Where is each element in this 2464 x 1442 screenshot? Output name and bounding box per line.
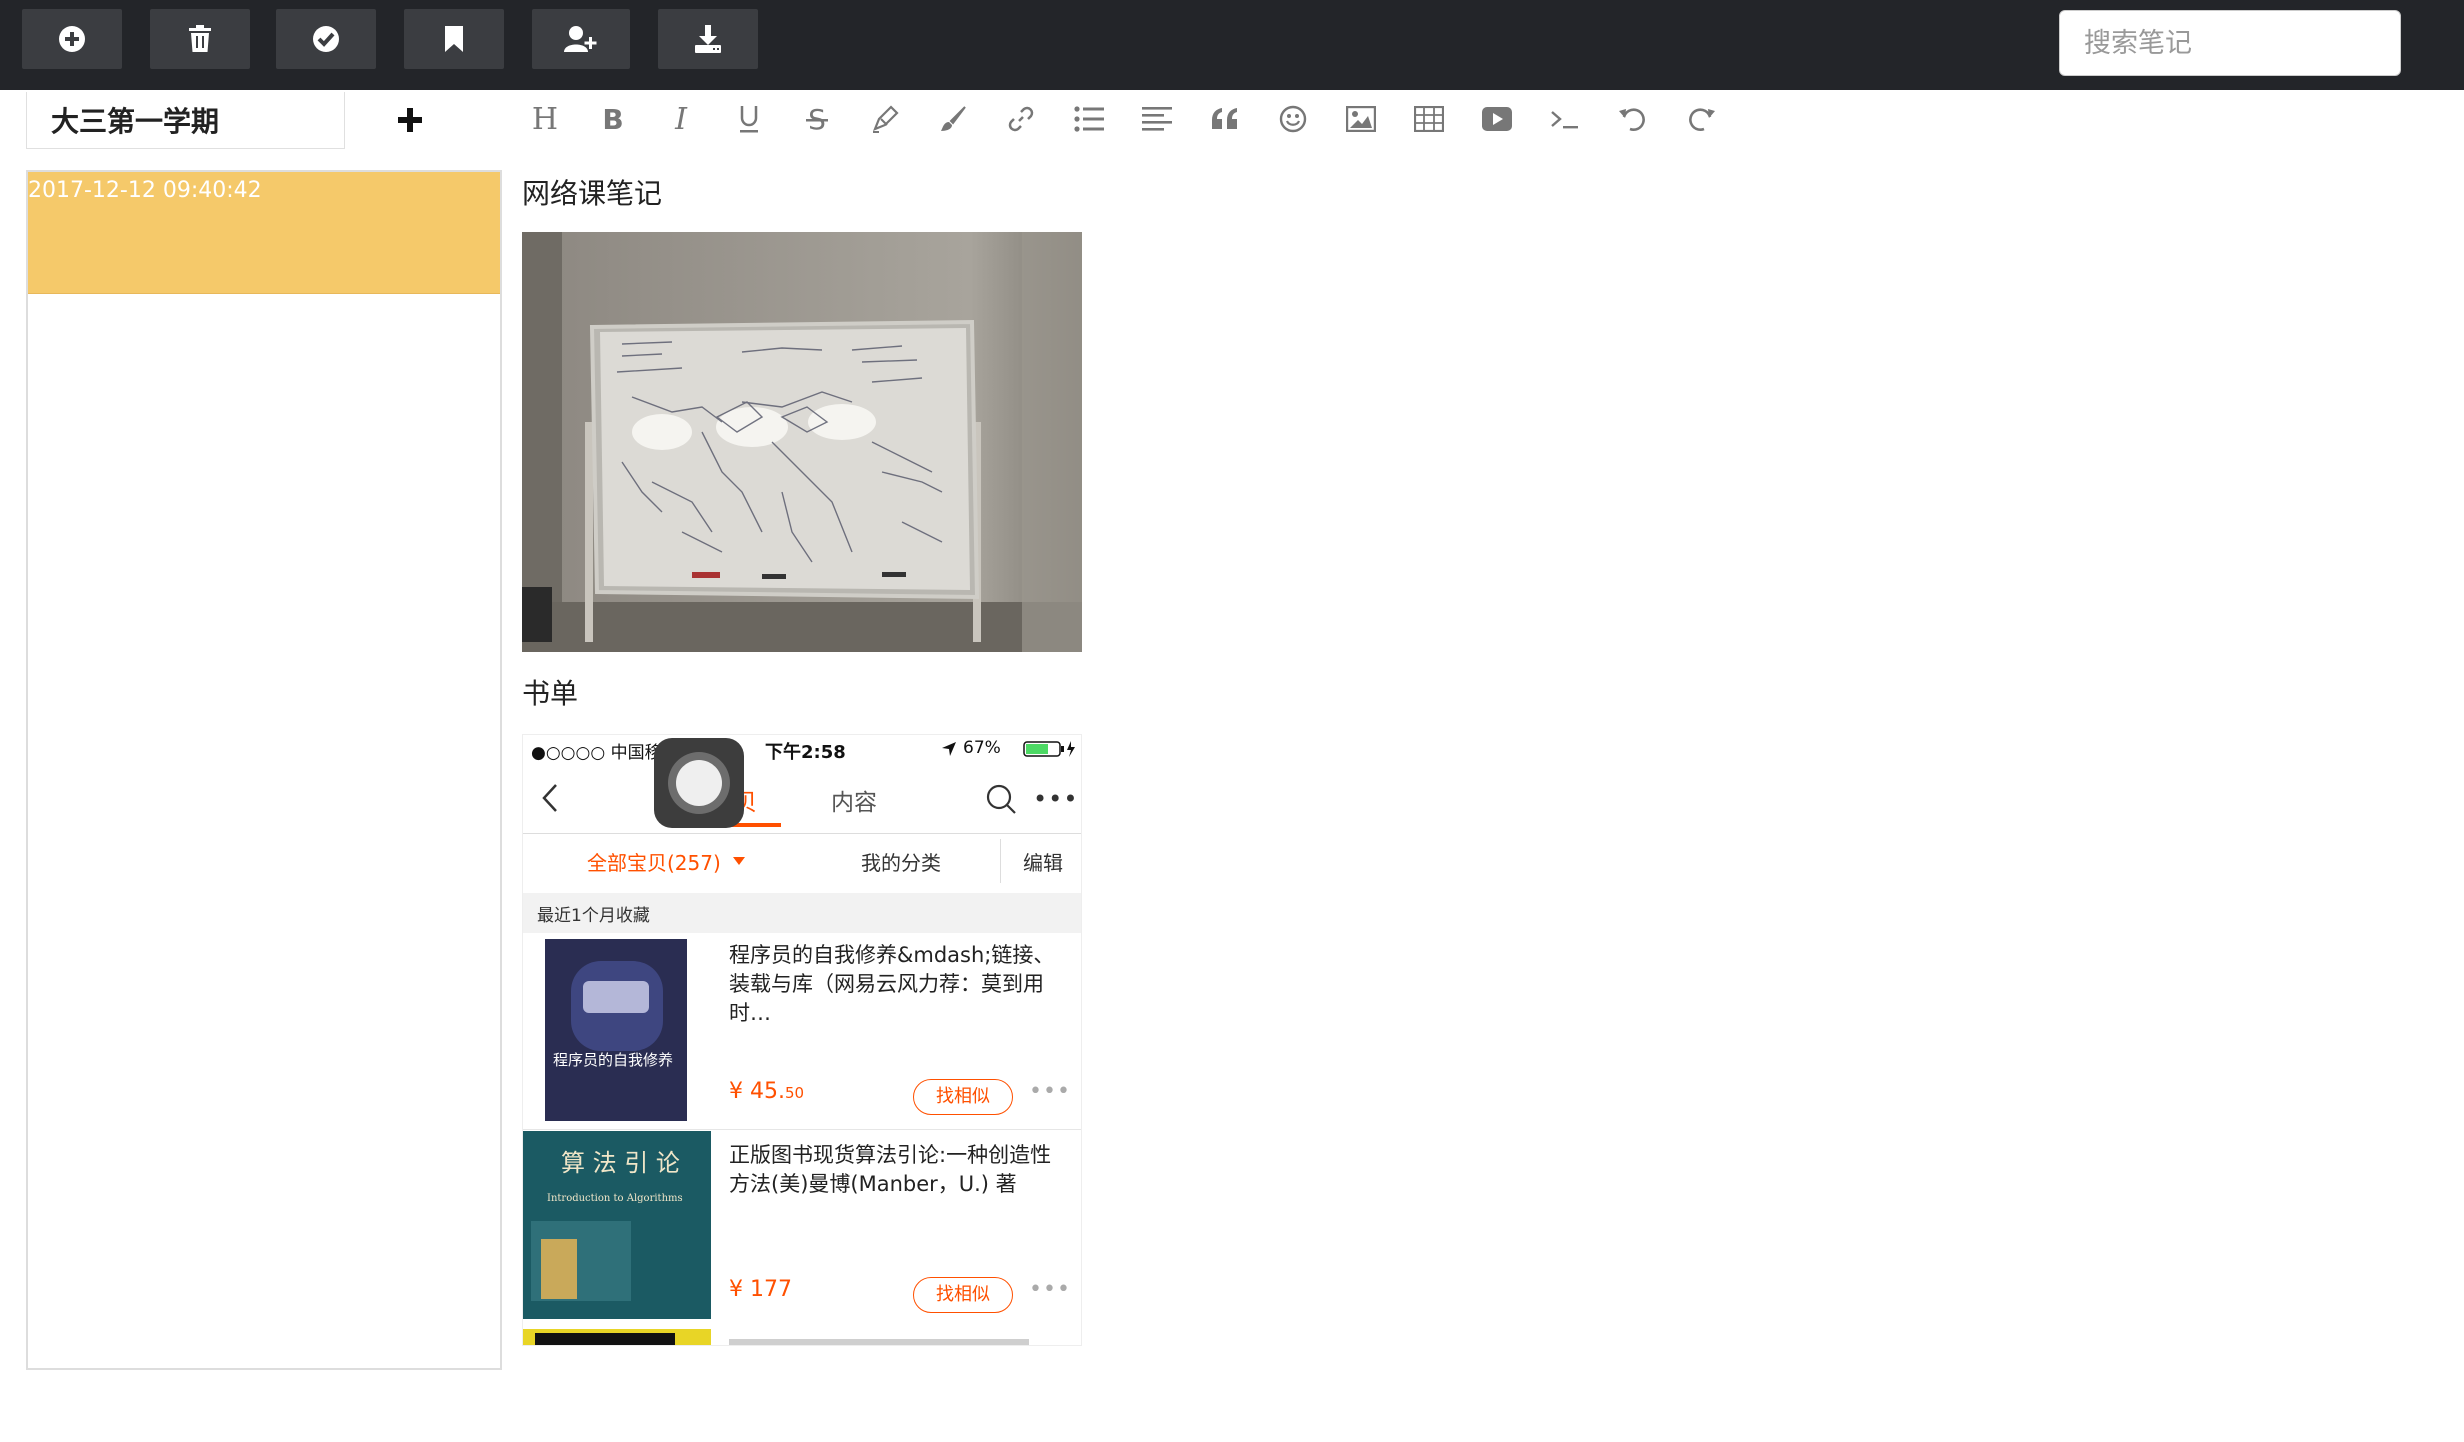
section-label: 最近1个月收藏 <box>537 906 650 926</box>
note-list: 2017-12-12 09:40:42 <box>26 170 502 1370</box>
heading-button[interactable]: H <box>524 98 566 140</box>
section-header: 最近1个月收藏 <box>523 893 1081 933</box>
divider <box>523 833 1081 834</box>
new-note-button[interactable] <box>22 9 122 69</box>
svg-text:H: H <box>532 105 558 133</box>
edit-button[interactable]: 编辑 <box>1023 847 1063 876</box>
plus-circle-icon <box>59 26 85 52</box>
strikethrough-button[interactable]: S <box>796 98 838 140</box>
undo-button[interactable] <box>1612 98 1654 140</box>
book-price: ¥ 177 <box>729 1277 792 1302</box>
svg-text:B: B <box>602 105 623 133</box>
image-button[interactable] <box>1340 98 1382 140</box>
italic-icon: I <box>674 105 688 133</box>
underline-icon <box>740 106 758 133</box>
user-plus-icon <box>564 26 597 52</box>
booklist-screenshot[interactable]: ●○○○○ 中国移动 下午2:58 67% 宝贝 内容 ••• 全部宝贝(257… <box>522 734 1082 1346</box>
redo-icon <box>1689 108 1715 131</box>
bullet-list-icon <box>1074 106 1104 132</box>
save-note-button[interactable] <box>276 9 376 69</box>
book-cover-subtitle: Introduction to Algorithms <box>547 1193 683 1204</box>
undo-icon <box>1619 108 1645 131</box>
redo-button[interactable] <box>1680 98 1722 140</box>
add-notebook-button[interactable] <box>394 100 426 140</box>
align-left-icon <box>1142 107 1172 131</box>
filter-my-categories[interactable]: 我的分类 <box>861 847 941 876</box>
svg-text:I: I <box>674 105 688 133</box>
plus-icon <box>398 108 422 132</box>
book-cover: 程序员的自我修养 <box>545 939 687 1121</box>
battery-icon <box>1023 741 1075 757</box>
list-item[interactable]: 算 法 引 论 Introduction to Algorithms 正版图书现… <box>523 1131 1081 1327</box>
content-heading-booklist: 书单 <box>522 677 579 710</box>
quote-button[interactable] <box>1204 98 1246 140</box>
book-title: 正版图书现货算法引论:一种创造性方法(美)曼博(Manber，U.) 著 <box>729 1143 1052 1196</box>
bold-icon: B <box>602 105 623 133</box>
content-heading-network-notes: 网络课笔记 <box>522 177 663 210</box>
bookmark-note-button[interactable] <box>404 9 504 69</box>
image-icon <box>1346 106 1376 132</box>
heading-icon: H <box>532 105 558 133</box>
strikethrough-icon: S <box>806 105 828 133</box>
divider <box>1000 839 1001 883</box>
search-icon[interactable] <box>985 783 1017 815</box>
book-cover-title: 程序员的自我修养 <box>553 1051 674 1069</box>
download-icon <box>695 25 721 53</box>
whiteboard-image[interactable] <box>522 232 1082 652</box>
phone-battery-text: 67% <box>963 738 1001 758</box>
brush-icon <box>941 106 966 131</box>
tab-content[interactable]: 内容 <box>831 783 877 817</box>
bookmark-icon <box>445 26 463 52</box>
link-icon <box>1008 106 1034 132</box>
highlighter-button[interactable] <box>864 98 906 140</box>
code-button[interactable] <box>1544 98 1586 140</box>
highlighter-icon <box>873 105 899 133</box>
emoji-button[interactable] <box>1272 98 1314 140</box>
trash-icon <box>189 25 211 52</box>
check-circle-icon <box>313 26 339 52</box>
phone-time: 下午2:58 <box>765 742 846 763</box>
more-menu-icon[interactable]: ••• <box>1033 785 1078 813</box>
share-note-button[interactable] <box>532 9 630 69</box>
dropdown-caret-icon <box>733 857 745 865</box>
find-similar-button[interactable]: 找相似 <box>913 1079 1013 1115</box>
find-similar-button[interactable]: 找相似 <box>913 1277 1013 1313</box>
book-cover-title: 算 法 引 论 <box>561 1149 680 1177</box>
notebook-selector[interactable]: 大三第一学期 <box>26 92 345 149</box>
filter-all-items[interactable]: 全部宝贝(257) <box>587 847 721 876</box>
back-arrow-icon[interactable] <box>541 783 559 813</box>
bold-button[interactable]: B <box>592 98 634 140</box>
align-left-button[interactable] <box>1136 98 1178 140</box>
quote-icon <box>1212 108 1237 129</box>
video-button[interactable] <box>1476 98 1518 140</box>
search-input[interactable] <box>2059 10 2401 76</box>
link-button[interactable] <box>1000 98 1042 140</box>
assistive-touch-overlay[interactable] <box>654 738 744 828</box>
terminal-icon <box>1551 111 1578 129</box>
note-list-item[interactable]: 2017-12-12 09:40:42 <box>28 172 500 294</box>
italic-button[interactable]: I <box>660 98 702 140</box>
book-title: 程序员的自我修养&mdash;链接、装载与库（网易云风力荐：莫到用时… <box>729 943 1055 1025</box>
play-icon <box>1482 107 1512 131</box>
divider <box>523 1129 1081 1130</box>
brush-button[interactable] <box>932 98 974 140</box>
list-item[interactable]: 程序员的自我修养 程序员的自我修养&mdash;链接、装载与库（网易云风力荐：莫… <box>523 933 1081 1129</box>
book-cover: 算 法 引 论 Introduction to Algorithms <box>523 1131 711 1319</box>
table-icon <box>1414 106 1444 132</box>
download-note-button[interactable] <box>658 9 758 69</box>
underline-button[interactable] <box>728 98 770 140</box>
table-button[interactable] <box>1408 98 1450 140</box>
book-title-clipped <box>729 1339 1029 1345</box>
book-price: ¥ 45.50 <box>729 1079 805 1104</box>
location-arrow-icon <box>942 742 956 756</box>
note-timestamp: 2017-12-12 09:40:42 <box>28 178 262 203</box>
smiley-icon <box>1279 105 1307 133</box>
item-more-icon[interactable]: ••• <box>1029 1079 1071 1104</box>
item-more-icon[interactable]: ••• <box>1029 1277 1071 1302</box>
top-toolbar <box>0 0 2464 90</box>
book-cover <box>523 1329 711 1345</box>
delete-note-button[interactable] <box>150 9 250 69</box>
bullet-list-button[interactable] <box>1068 98 1110 140</box>
